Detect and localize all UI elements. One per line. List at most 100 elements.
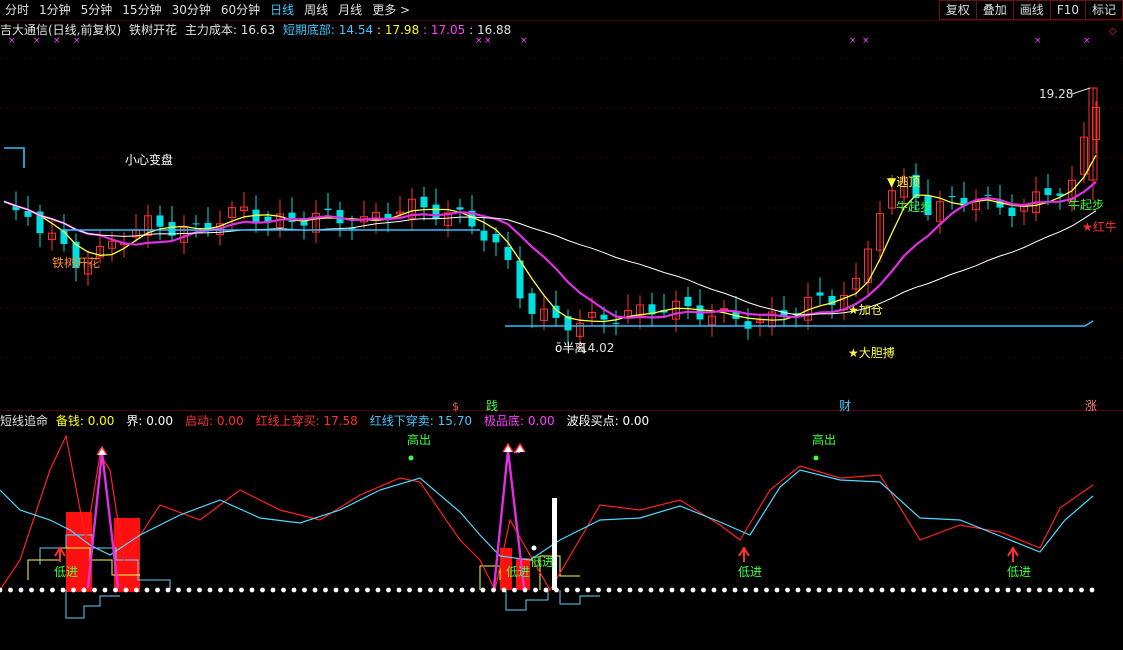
baseline-dot [1079,587,1084,593]
baseline-dot [480,587,486,593]
high-out-label-2: 高出 [812,432,836,447]
baseline-dot [795,587,801,593]
baseline-dot [0,587,3,593]
baseline-dot [921,587,927,593]
baseline-dot [1037,587,1042,593]
baseline-dot [984,587,990,593]
white-dot [531,545,537,551]
peak-arrow-0 [96,445,108,456]
candle-body-13 [156,215,164,227]
tiezhu-label: 铁树开花 [52,255,100,270]
baseline-dot [680,587,685,593]
candle-body-79 [948,196,956,198]
baseline-dot [186,587,192,593]
baseline-dot [249,587,255,593]
top-marker-7: × [849,36,857,46]
high-out-dot-2 [813,455,819,461]
baseline-dot [291,587,297,593]
baseline-dot [207,587,213,593]
baseline-dot [627,587,633,593]
baseline-dot [722,587,727,593]
event-cai-label: 财 [839,399,851,413]
corner-diamond-icon: ◇ [1109,26,1117,37]
baseline-dot [428,587,433,593]
low-in-arrow-2 [1007,546,1019,562]
baseline-dot [197,587,202,593]
baseline-dot [8,587,13,593]
baseline-dot [354,587,360,593]
baseline-dot [218,587,223,593]
baseline-dot [858,587,864,593]
candle-body-84 [1008,207,1016,217]
baseline-dot [39,587,45,593]
baseline-dot [438,587,444,593]
top-marker-0: × [8,36,16,46]
candle-body-27 [324,208,332,211]
top-marker-5: × [484,36,492,46]
candle-body-68 [816,292,824,296]
baseline-dot [648,587,654,593]
baseline-dot [375,587,381,593]
baseline-dot [102,587,108,593]
baseline-dot [228,587,234,593]
baseline-dot [386,587,391,593]
event-zhang-label: 涨 [1085,398,1097,413]
baseline-dot [176,587,181,593]
baseline-dot [753,587,759,593]
baseline-dot [533,587,538,593]
baseline-dot [1016,587,1021,593]
low-in-label-2: 低进 [506,565,530,579]
price-high-label: 19.28 [1039,87,1073,101]
event-gong-label: 践 [486,399,498,413]
baseline-dot [617,587,622,593]
add-position-label: ★加仓 [848,303,883,317]
top-marker-3: × [73,36,81,46]
ma-yellow-line [3,154,1097,323]
chart-canvas[interactable]: 19.28ō半离14.02小心变盘铁树开花▼逃顶牛起步★加仓★大胆搏牛起步★红牛… [0,0,1123,650]
high-out-label-1: 高出 [407,432,431,447]
baseline-dot [974,587,979,593]
baseline-dot [701,587,706,593]
baseline-dot [1068,587,1074,593]
baseline-dot [18,587,24,593]
top-marker-9: × [1034,36,1042,46]
ind-cyan-line [0,469,1094,561]
baseline-dot [92,587,97,593]
ind-white-spike [552,498,557,590]
baseline-dot [848,587,853,593]
baseline-dot [396,587,402,593]
baseline-dot [585,587,591,593]
top-marker-4: × [475,36,483,46]
baseline-dot [732,587,738,593]
price-high-pointer [1071,87,1091,95]
baseline-dot [81,587,87,593]
candle-body-41 [492,234,500,243]
baseline-dot [134,587,139,593]
candle-body-82 [984,194,992,196]
baseline-dot [785,587,790,593]
baseline-dot [816,587,822,593]
candle-body-42 [504,247,512,261]
baseline-dot [900,587,906,593]
baseline-dot [606,587,612,593]
baseline-dot [449,587,454,593]
baseline-dot [869,587,874,593]
baseline-dot [890,587,895,593]
candle-body-44 [528,293,536,314]
escape-top-label: ▼逃顶 [887,175,920,189]
baseline-dot [470,587,475,593]
candle-body-62 [744,321,752,329]
baseline-dot [806,587,811,593]
baseline-dot [260,587,265,593]
baseline-dot [764,587,769,593]
baseline-dot [155,587,160,593]
baseline-dot [1047,587,1053,593]
baseline-dot [50,587,55,593]
baseline-dot [281,587,286,593]
baseline-dot [501,587,507,593]
ma-magenta-line [3,181,1097,320]
baseline-dot [71,587,76,593]
high-out-dot-1 [408,455,414,461]
price-low-label: 14.02 [580,341,614,355]
low-in-label-4: 低进 [738,565,762,579]
